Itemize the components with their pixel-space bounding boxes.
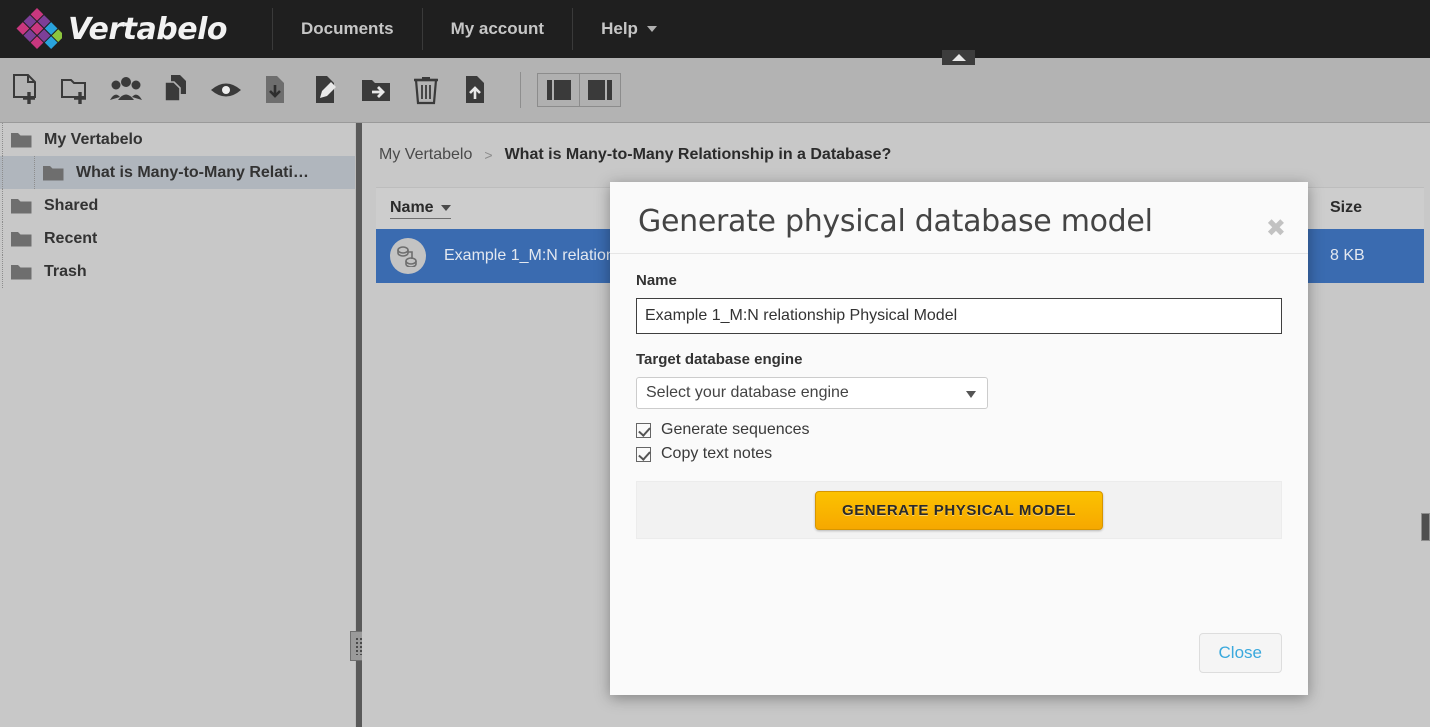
tree-guide-line: [2, 255, 3, 288]
table-cell-size: 8 KB: [1316, 247, 1424, 265]
generate-physical-model-button[interactable]: GENERATE PHYSICAL MODEL: [815, 491, 1103, 530]
new-document-icon[interactable]: [8, 72, 44, 108]
new-folder-icon[interactable]: [58, 72, 94, 108]
breadcrumb-current: What is Many-to-Many Relationship in a D…: [505, 146, 892, 164]
sidebar-item-trash[interactable]: Trash: [0, 255, 355, 288]
chevron-down-icon: [966, 391, 976, 398]
close-button[interactable]: Close: [1199, 633, 1282, 673]
preview-eye-icon[interactable]: [208, 72, 244, 108]
toolbar-divider: [520, 72, 521, 108]
generate-sequences-checkbox[interactable]: [636, 423, 651, 438]
sidebar-item-label: Shared: [44, 197, 98, 215]
brand-name: Vertabelo: [68, 12, 227, 47]
generate-physical-model-dialog: Generate physical database model ✖ Name …: [610, 182, 1308, 695]
vertabelo-logo-icon: [12, 6, 62, 52]
sidebar-item-label: Recent: [44, 230, 97, 248]
nav-item-documents[interactable]: Documents: [272, 8, 423, 50]
tree-guide-line: [2, 156, 3, 189]
folder-icon: [42, 164, 64, 182]
collapse-toolbar-icon[interactable]: [942, 50, 975, 65]
generate-sequences-label: Generate sequences: [661, 421, 810, 439]
nav-item-help[interactable]: Help: [573, 8, 685, 50]
tree-guide-line: [34, 156, 35, 189]
triangle-up-icon: [952, 54, 966, 61]
edit-document-icon[interactable]: [308, 72, 344, 108]
view-mode-group: [537, 73, 621, 107]
sidebar-item-label: What is Many-to-Many Relati…: [76, 164, 309, 182]
column-size-text: Size: [1330, 199, 1362, 218]
sidebar-item-recent[interactable]: Recent: [0, 222, 355, 255]
sidebar-item-what-is-many-to-many[interactable]: What is Many-to-Many Relati…: [0, 156, 355, 189]
sidebar-item-shared[interactable]: Shared: [0, 189, 355, 222]
breadcrumb: My Vertabelo > What is Many-to-Many Rela…: [362, 123, 1430, 187]
view-list-left-icon[interactable]: [537, 73, 579, 107]
sidebar-item-label: My Vertabelo: [44, 131, 143, 149]
move-to-folder-icon[interactable]: [358, 72, 394, 108]
dialog-body: Name Target database engine Select your …: [610, 254, 1308, 539]
name-field-label: Name: [636, 272, 1282, 289]
chevron-down-icon: [647, 26, 657, 32]
column-header-size[interactable]: Size: [1316, 199, 1424, 218]
tree-guide-line: [2, 222, 3, 255]
name-input[interactable]: [636, 298, 1282, 334]
sidebar-tree: My Vertabelo What is Many-to-Many Relati…: [0, 123, 356, 727]
copy-text-notes-row[interactable]: Copy text notes: [636, 445, 1282, 463]
database-engine-select[interactable]: Select your database engine: [636, 377, 988, 409]
generate-sequences-row[interactable]: Generate sequences: [636, 421, 1282, 439]
download-document-icon[interactable]: [258, 72, 294, 108]
dialog-header: Generate physical database model ✖: [610, 182, 1308, 254]
tree-guide-line: [2, 189, 3, 222]
sort-descending-icon: [441, 205, 451, 211]
application-window: Vertabelo Documents My account Help: [0, 0, 1430, 727]
dialog-action-strip: GENERATE PHYSICAL MODEL: [636, 481, 1282, 539]
database-model-icon: [390, 238, 426, 274]
tree-guide-line: [2, 123, 3, 156]
toolbar: [0, 58, 1430, 123]
database-engine-selected-value: Select your database engine: [646, 384, 849, 402]
brand-logo[interactable]: Vertabelo: [12, 6, 227, 52]
upload-document-icon[interactable]: [458, 72, 494, 108]
close-icon[interactable]: ✖: [1266, 216, 1286, 240]
view-list-right-icon[interactable]: [579, 73, 621, 107]
column-header-name-label: Name: [390, 199, 451, 219]
dialog-title: Generate physical database model: [638, 204, 1280, 239]
nav-item-help-label: Help: [601, 8, 638, 50]
share-users-icon[interactable]: [108, 72, 144, 108]
breadcrumb-root-link[interactable]: My Vertabelo: [379, 146, 472, 164]
dialog-footer: Close: [1199, 633, 1282, 673]
delete-trash-icon[interactable]: [408, 72, 444, 108]
folder-icon: [10, 197, 32, 215]
folder-icon: [10, 230, 32, 248]
breadcrumb-separator: >: [484, 147, 492, 163]
copy-text-notes-label: Copy text notes: [661, 445, 772, 463]
copy-document-icon[interactable]: [158, 72, 194, 108]
folder-icon: [10, 263, 32, 281]
engine-field-label: Target database engine: [636, 351, 1282, 368]
file-size-text: 8 KB: [1330, 247, 1365, 264]
nav-items: Documents My account Help: [272, 8, 685, 50]
folder-icon: [10, 131, 32, 149]
top-navigation-bar: Vertabelo Documents My account Help: [0, 0, 1430, 58]
column-name-text: Name: [390, 199, 434, 217]
nav-item-my-account[interactable]: My account: [423, 8, 574, 50]
copy-text-notes-checkbox[interactable]: [636, 447, 651, 462]
right-edge-resize-handle[interactable]: [1421, 513, 1430, 541]
sidebar-item-my-vertabelo[interactable]: My Vertabelo: [0, 123, 355, 156]
sidebar-item-label: Trash: [44, 263, 87, 281]
